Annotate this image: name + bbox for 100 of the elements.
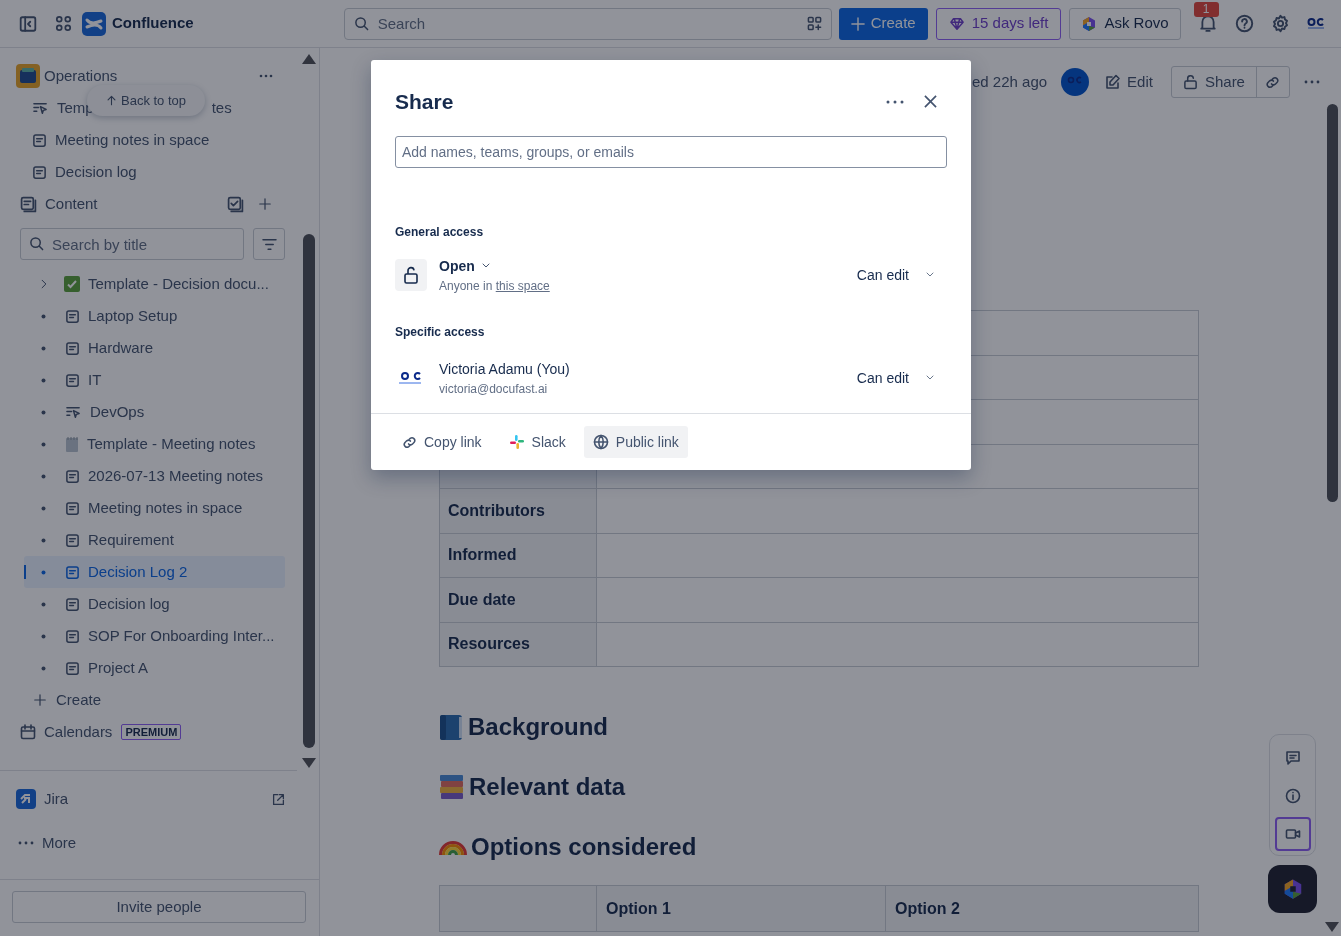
pages-icon [20, 195, 37, 213]
tree-item[interactable]: 2026-07-13 Meeting notes [24, 460, 285, 492]
trial-button[interactable]: 15 days left [935, 7, 1062, 40]
share-option-button[interactable]: Copy link [393, 426, 491, 458]
sidebar-item-label: Decision log [55, 161, 137, 182]
slack-logo-icon [508, 434, 525, 450]
filter-button[interactable] [253, 228, 285, 260]
more-icon[interactable] [886, 99, 904, 104]
section-heading: Options considered [471, 832, 697, 862]
search-icon [353, 15, 369, 31]
tree-item-label: Requirement [88, 529, 174, 550]
calendars-label: Calendars [44, 721, 113, 742]
page-icon [65, 500, 80, 516]
app-label: More [42, 832, 77, 853]
page-icon [65, 532, 80, 548]
more-icon [18, 841, 34, 845]
search-field[interactable]: Search [343, 7, 832, 40]
chevron-down-icon [925, 271, 935, 279]
sidebar-item[interactable]: Calendars PREMIUM [16, 716, 285, 748]
tree-item[interactable]: Template - Decision docu... [24, 268, 285, 300]
sidebar-item[interactable]: Jira [16, 783, 297, 815]
sidebar-item[interactable]: Decision log [16, 156, 285, 188]
more-icon[interactable] [1303, 80, 1320, 84]
create-label: Create [56, 689, 102, 710]
tree-item-label: DevOps [90, 401, 145, 422]
sidebar-item[interactable]: Meeting notes in space [16, 124, 285, 156]
tree-item[interactable]: Project A [24, 652, 285, 684]
scroll-down-icon[interactable] [302, 758, 316, 768]
rovo-logo-icon [1081, 15, 1098, 32]
scrollbar-thumb[interactable] [303, 234, 315, 748]
table-header-cell: Option 2 [885, 885, 1199, 932]
globe-icon [592, 434, 609, 450]
tree-item-label: Project A [88, 657, 149, 678]
page-icon [65, 564, 80, 580]
video-button[interactable] [1274, 817, 1311, 851]
tree-item[interactable]: Decision Log 2 [24, 556, 285, 588]
section-heading: Background [468, 712, 608, 742]
share-option-button[interactable]: Slack [499, 426, 575, 458]
close-icon[interactable] [924, 95, 937, 109]
tree-item[interactable]: Decision log [24, 588, 285, 620]
rovo-button[interactable] [1268, 865, 1317, 913]
permission-dropdown[interactable]: Can edit [856, 367, 935, 389]
space-icon [16, 64, 40, 88]
pencil-icon [1105, 74, 1122, 90]
page-icon [65, 596, 80, 612]
plus-icon[interactable] [259, 198, 271, 210]
scrollbar-thumb[interactable] [1326, 104, 1338, 502]
settings-icon[interactable] [1270, 14, 1290, 33]
page-icon [65, 340, 80, 356]
scroll-down-icon[interactable] [1325, 922, 1339, 932]
premium-badge: PREMIUM [121, 724, 182, 740]
tree-item-label: Template - Meeting notes [87, 433, 256, 454]
list-cursor-icon [32, 100, 49, 116]
last-edited-text: ed 22h ago [972, 71, 1048, 92]
sidebar-item[interactable]: More [16, 827, 297, 859]
page-icon [65, 660, 80, 676]
ask-rovo-button[interactable]: Ask Rovo [1069, 7, 1181, 40]
product-logo-icon [82, 11, 106, 36]
permission-dropdown[interactable]: Can edit [856, 264, 935, 286]
invite-field[interactable]: Add names, teams, groups, or emails [395, 135, 947, 168]
edit-button[interactable]: Edit [1097, 66, 1161, 98]
checkmark-icon [64, 276, 80, 292]
tree-item[interactable]: Laptop Setup [24, 300, 285, 332]
tree-item-label: Decision log [88, 593, 170, 614]
tree-item-label: Hardware [88, 337, 154, 358]
chevron-right-icon[interactable] [39, 278, 49, 290]
tree-item-label: Laptop Setup [88, 305, 178, 326]
tree-item[interactable]: Meeting notes in space [24, 492, 285, 524]
video-camera-icon [1284, 826, 1301, 842]
help-icon[interactable] [1234, 14, 1254, 33]
plus-icon [34, 694, 46, 706]
invite-people-button[interactable]: Invite people [12, 891, 306, 923]
tree-item[interactable]: DevOps [24, 396, 285, 428]
scroll-up-icon[interactable] [302, 54, 316, 64]
share-option-button[interactable]: Public link [583, 426, 688, 458]
tree-item[interactable]: Requirement [24, 524, 285, 556]
more-icon[interactable] [259, 74, 273, 78]
arrow-up-icon [106, 95, 117, 106]
list-cursor-icon [65, 404, 82, 420]
sidebar-item-label[interactable]: tes [211, 96, 232, 120]
tree-item[interactable]: IT [24, 364, 285, 396]
space-link[interactable]: this space [495, 278, 550, 293]
app-switcher-icon[interactable] [55, 15, 72, 32]
tree-item[interactable]: SOP For Onboarding Inter... [24, 620, 285, 652]
access-dropdown[interactable]: Open [439, 255, 550, 277]
search-field[interactable]: Search by title [20, 228, 244, 260]
rainbow-icon [439, 839, 467, 855]
sidebar-toggle-icon[interactable] [19, 14, 37, 33]
checklist-icon[interactable] [227, 195, 244, 213]
diamond-icon [948, 16, 965, 31]
page-icon [65, 308, 80, 324]
tree-item[interactable]: Hardware [24, 332, 285, 364]
tree-item[interactable]: Template - Meeting notes [24, 428, 285, 460]
create-link[interactable]: Create [16, 684, 285, 716]
table-header-cell: Resources [439, 622, 597, 667]
books-icon [439, 773, 465, 801]
create-button[interactable]: Create [838, 7, 928, 40]
external-link-icon [272, 792, 285, 806]
table-header-cell: Due date [439, 577, 597, 622]
tree-item-label: Decision Log 2 [88, 561, 188, 582]
